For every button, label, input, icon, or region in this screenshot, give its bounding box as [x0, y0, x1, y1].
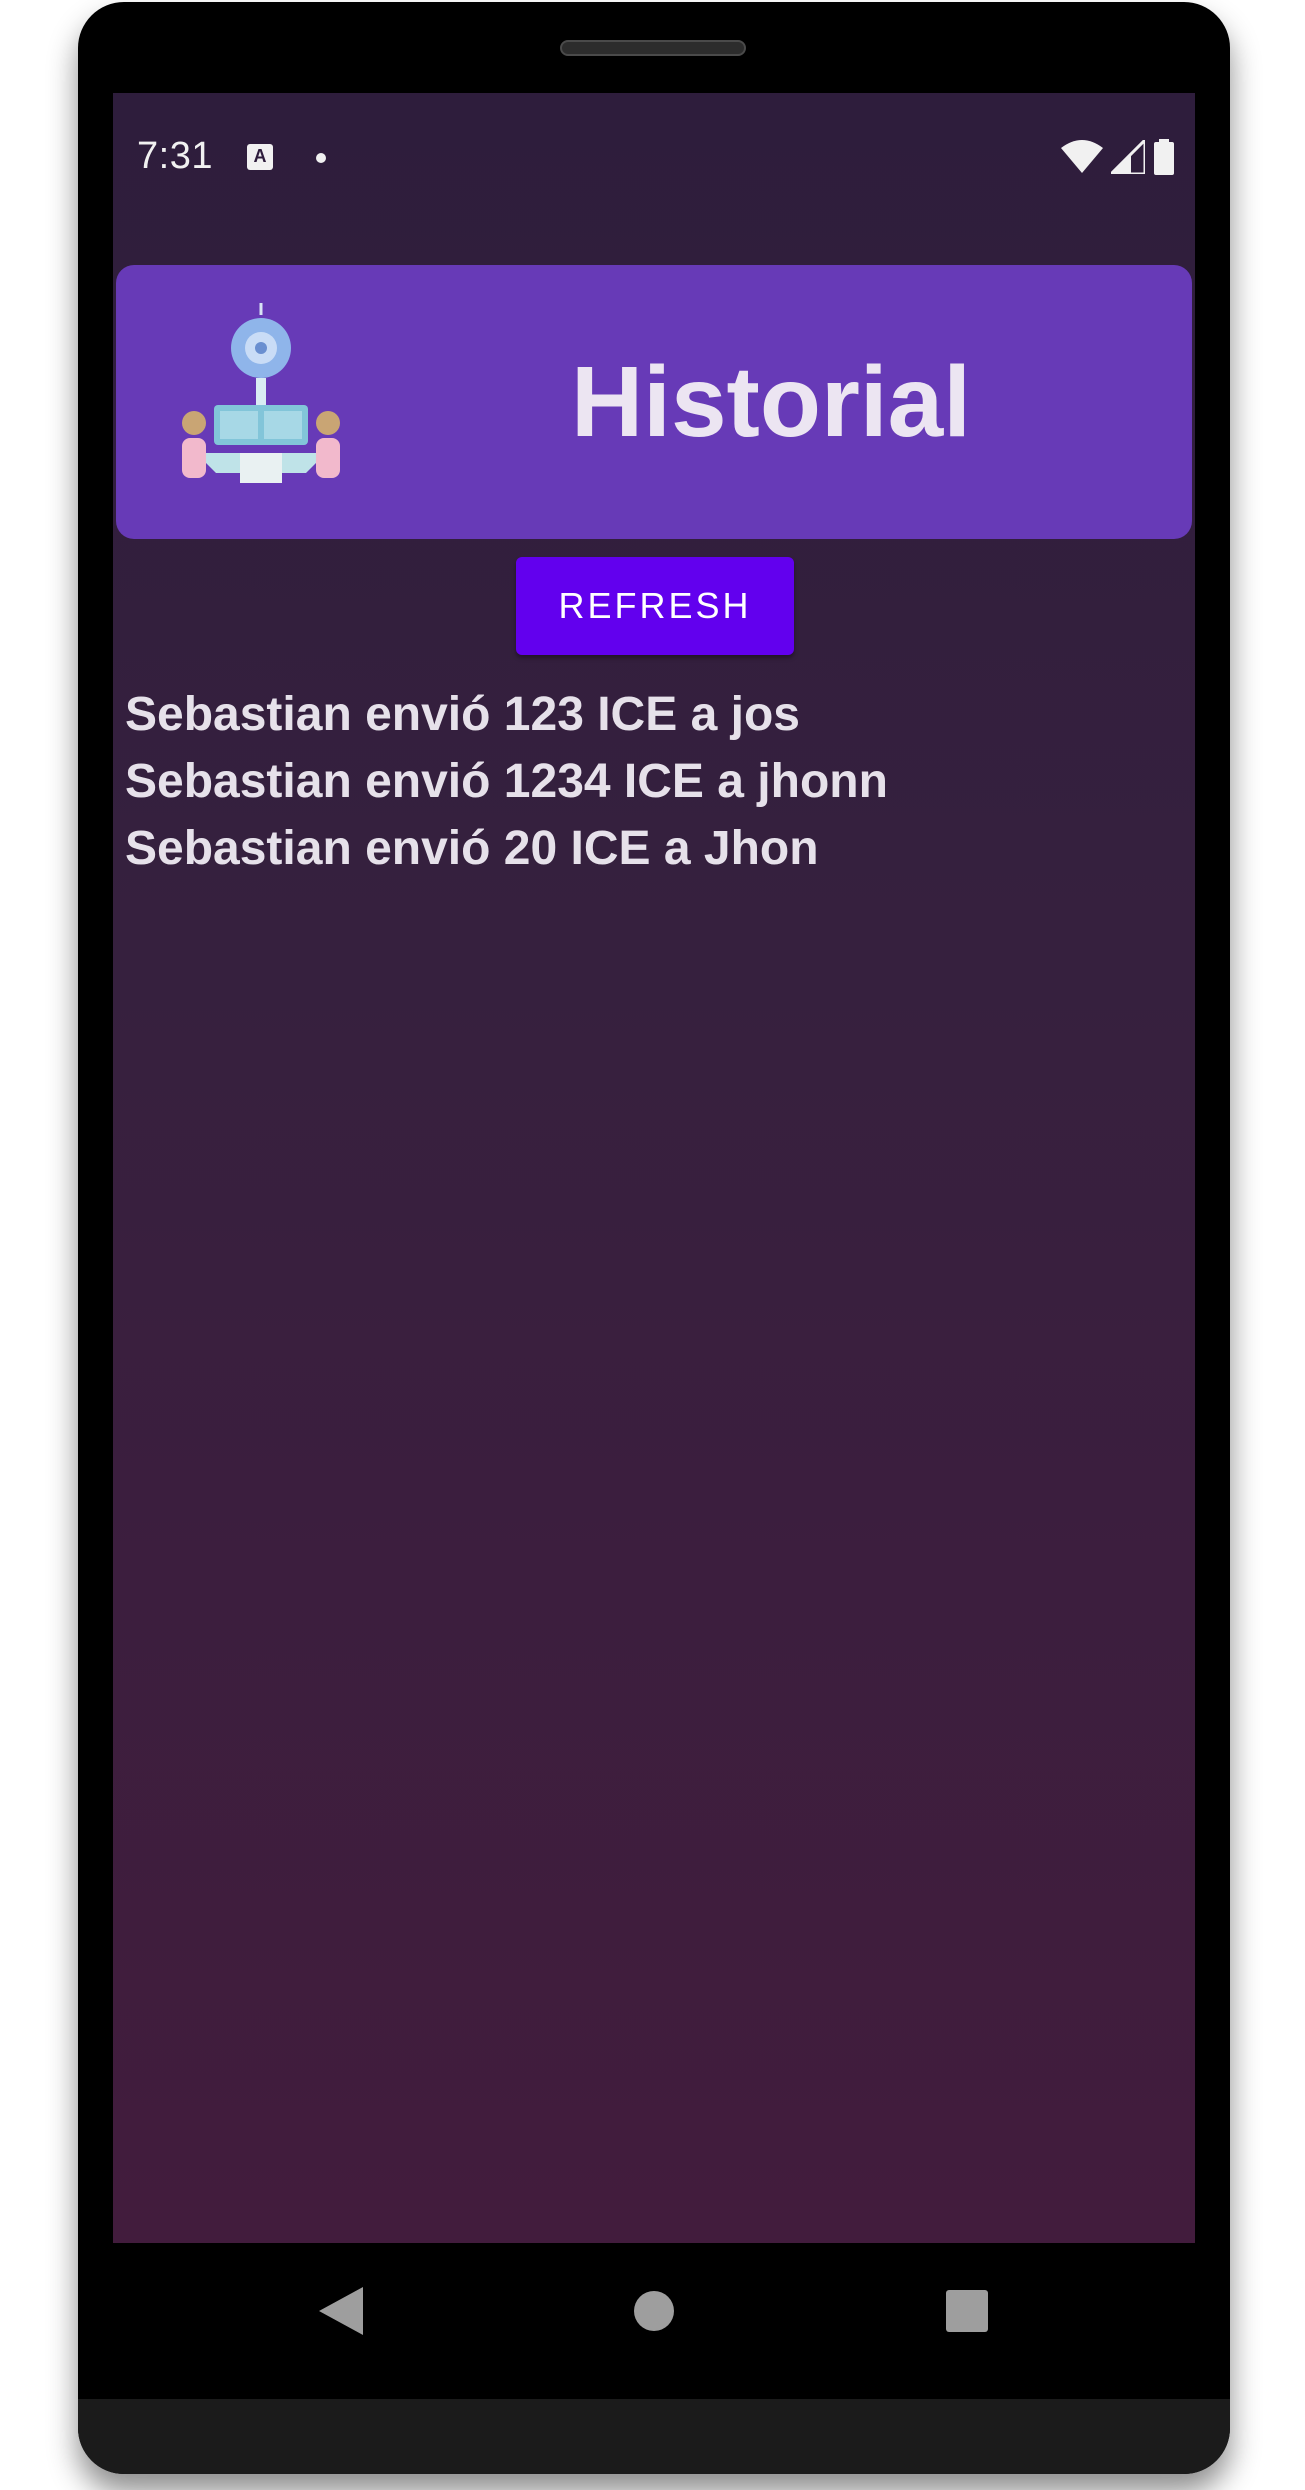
phone-chin: [78, 2399, 1230, 2474]
history-item: Sebastian envió 20 ICE a Jhon: [125, 822, 819, 875]
notification-dot-icon: [316, 153, 326, 163]
status-time: 7:31: [137, 135, 213, 177]
wifi-icon: [1061, 140, 1103, 173]
refresh-button[interactable]: REFRESH: [516, 557, 794, 655]
app-notification-icon: A: [247, 144, 273, 170]
status-bar: 7:31 A: [113, 93, 1195, 229]
home-icon: [634, 2291, 674, 2331]
history-item: Sebastian envió 123 ICE a jos: [125, 688, 800, 741]
navigation-bar: [113, 2243, 1195, 2379]
people-network-illustration: [182, 303, 340, 483]
recents-button[interactable]: [907, 2243, 1027, 2379]
back-icon: [319, 2287, 363, 2335]
history-item: Sebastian envió 1234 ICE a jhonn: [125, 755, 888, 808]
battery-icon: [1154, 139, 1174, 175]
status-icons: [1061, 139, 1175, 175]
header-card: Historial: [116, 265, 1192, 539]
home-button[interactable]: [594, 2243, 714, 2379]
cell-signal-icon: [1111, 140, 1145, 174]
back-button[interactable]: [281, 2243, 401, 2379]
recents-icon: [946, 2290, 988, 2332]
page-title: Historial: [570, 346, 972, 458]
app-screen: 7:31 A Historial REFRESH Sebastian envió…: [113, 93, 1195, 2243]
history-list: Sebastian envió 123 ICE a jos Sebastian …: [125, 681, 1185, 882]
phone-speaker: [560, 40, 746, 56]
